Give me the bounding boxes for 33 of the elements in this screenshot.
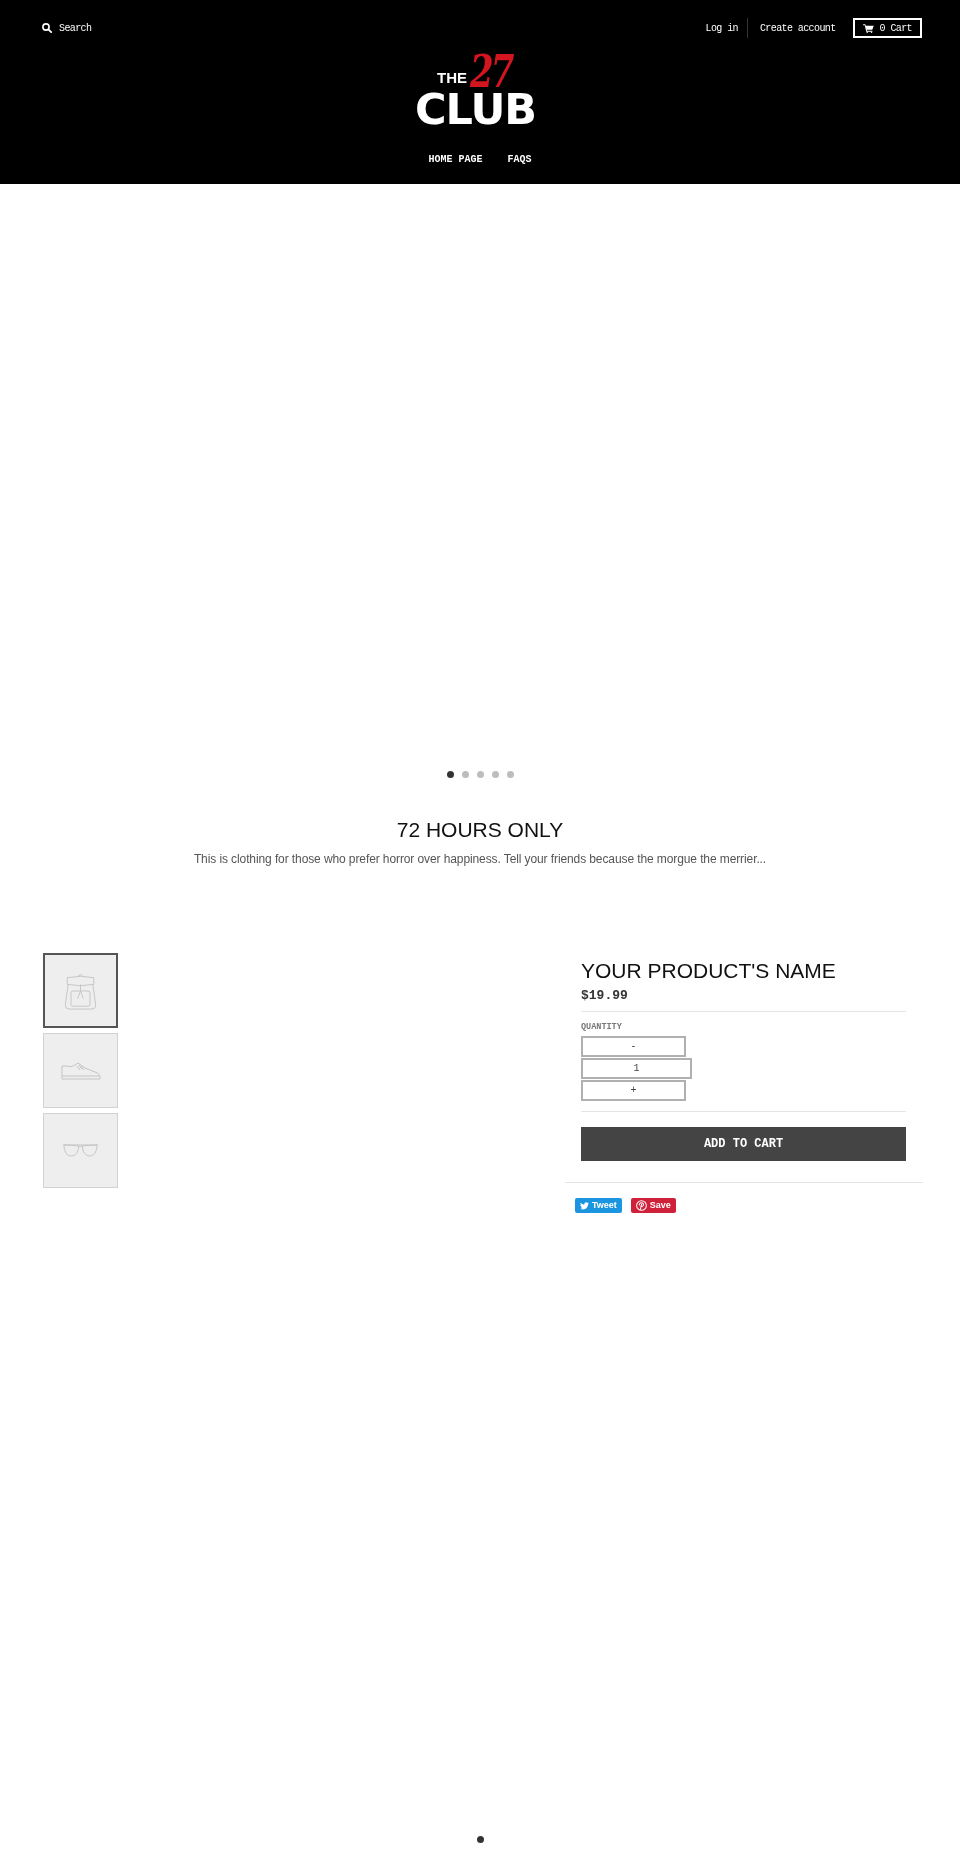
slide-dot[interactable] bbox=[461, 771, 469, 778]
image-dot[interactable] bbox=[476, 1836, 484, 1843]
cart-button[interactable]: 0 Cart bbox=[852, 18, 922, 38]
cart-icon bbox=[862, 23, 874, 33]
nav-link[interactable]: FAQS bbox=[507, 154, 532, 166]
product-price: $19.99 bbox=[581, 987, 629, 1005]
pin-circle-icon bbox=[635, 1200, 647, 1211]
account-link[interactable]: Log in bbox=[705, 22, 738, 34]
slide-dot[interactable] bbox=[491, 771, 499, 778]
sunglasses-icon bbox=[62, 1144, 99, 1157]
slide-dot[interactable] bbox=[476, 771, 484, 778]
product-thumbnail[interactable] bbox=[43, 953, 118, 1028]
search-link[interactable]: Search bbox=[42, 22, 92, 34]
slide-dot[interactable] bbox=[446, 771, 454, 778]
section-heading: 72 HOURS ONLY bbox=[395, 817, 565, 843]
product-name: YOUR PRODUCT'S NAME bbox=[581, 958, 837, 984]
decrease-button[interactable]: - bbox=[581, 1036, 686, 1057]
bird-icon bbox=[580, 1201, 589, 1210]
sneaker-icon bbox=[60, 1061, 101, 1080]
search-icon bbox=[42, 23, 52, 33]
save-button[interactable]: Save bbox=[630, 1198, 676, 1213]
section-text: This is clothing for those who prefer horror over happiness. Tell your friends because the morgue the merrier... bbox=[192, 851, 768, 868]
quantity-field[interactable]: 1 bbox=[581, 1058, 692, 1079]
account-link[interactable]: Create account bbox=[759, 22, 836, 34]
quantity-label: QUANTITY bbox=[581, 1021, 623, 1033]
nav-link[interactable]: HOME PAGE bbox=[428, 154, 483, 166]
logo-small-word[interactable]: THE bbox=[437, 72, 467, 84]
backpack-icon bbox=[62, 971, 99, 1010]
add-to-cart-button[interactable]: ADD TO CART bbox=[581, 1127, 906, 1161]
increase-button[interactable]: + bbox=[581, 1080, 686, 1101]
logo-numeral[interactable]: 27 bbox=[470, 52, 512, 91]
slide-dot[interactable] bbox=[506, 771, 514, 778]
logo-large-word[interactable]: CLUB bbox=[415, 92, 537, 126]
